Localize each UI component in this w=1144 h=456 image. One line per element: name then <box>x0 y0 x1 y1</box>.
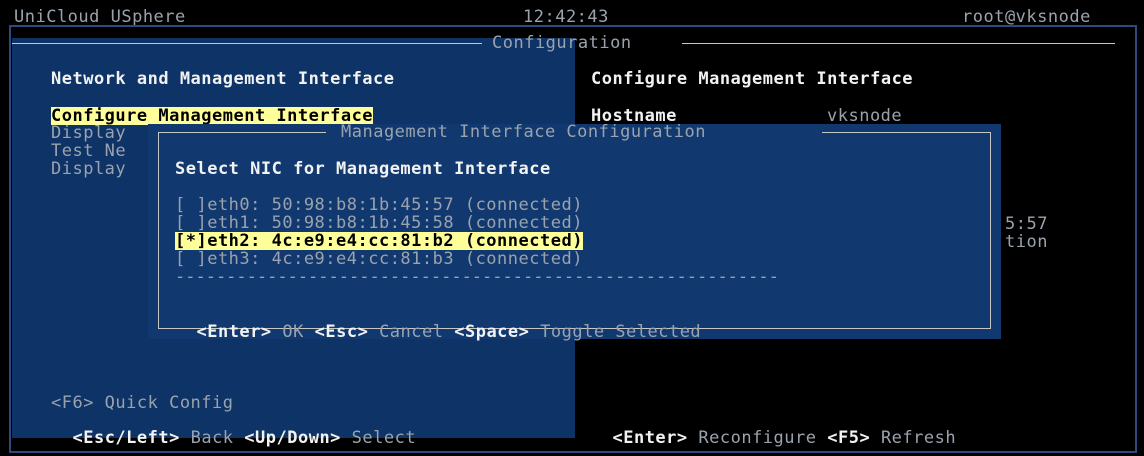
back-key: <Esc/Left> <box>72 428 180 448</box>
right-panel-title: Configure Management Interface <box>591 69 914 89</box>
quick-config-hint: <F6> Quick Config <box>51 393 234 413</box>
title-rule-right <box>682 43 1115 44</box>
reconfigure-key: <Enter> <box>612 428 688 448</box>
select-label: Select <box>351 428 417 448</box>
right-footer-keys: <Enter> Reconfigure <F5> Refresh <box>591 411 956 447</box>
nic-option-eth0[interactable]: [ ]eth0: 50:98:b8:1b:45:57 (connected) <box>175 196 583 214</box>
nic-option-eth2[interactable]: [*]eth2: 4c:e9:e4:cc:81:b2 (connected) <box>175 232 583 250</box>
app-name: UniCloud USphere <box>14 7 186 27</box>
toggle-label[interactable]: Toggle Selected <box>540 322 701 342</box>
menu-item-display-2[interactable]: Display <box>51 160 126 178</box>
refresh-key: <F5> <box>827 428 871 448</box>
left-panel-title: Network and Management Interface <box>51 69 395 89</box>
left-footer-keys: <Esc/Left> Back <Up/Down> Select <box>51 411 416 447</box>
toggle-key[interactable]: <Space> <box>454 322 529 342</box>
dialog-title: Management Interface Configuration <box>341 122 706 142</box>
nic-option-eth1[interactable]: [ ]eth1: 50:98:b8:1b:45:58 (connected) <box>175 214 583 232</box>
cancel-key[interactable]: <Esc> <box>315 322 369 342</box>
ok-key[interactable]: <Enter> <box>196 322 271 342</box>
back-label: Back <box>190 428 234 448</box>
refresh-label: Refresh <box>880 428 957 448</box>
hostname-value: vksnode <box>827 106 903 126</box>
user-host: root@vksnode <box>962 7 1091 27</box>
dialog-prompt: Select NIC for Management Interface <box>175 159 551 179</box>
dialog-title-rule-left <box>158 132 326 133</box>
right-partial-status: tion <box>1005 232 1048 252</box>
ok-label[interactable]: OK <box>282 322 303 342</box>
dialog-separator: ----------------------------------------… <box>175 267 779 287</box>
dialog-title-rule-right <box>822 132 990 133</box>
clock: 12:42:43 <box>523 7 609 27</box>
section-title: Configuration <box>492 33 632 53</box>
dialog-keys: <Enter> OK <Esc> Cancel <Space> Toggle S… <box>175 305 701 341</box>
menu-item-test-network[interactable]: Test Ne <box>51 142 126 160</box>
right-partial-mac: 5:57 <box>1005 214 1048 234</box>
title-rule-left <box>12 43 482 44</box>
cancel-label[interactable]: Cancel <box>379 322 443 342</box>
menu-item-display-1[interactable]: Display <box>51 124 126 142</box>
reconfigure-label: Reconfigure <box>698 428 817 448</box>
select-key: <Up/Down> <box>244 428 341 448</box>
nic-option-eth3[interactable]: [ ]eth3: 4c:e9:e4:cc:81:b3 (connected) <box>175 250 583 268</box>
